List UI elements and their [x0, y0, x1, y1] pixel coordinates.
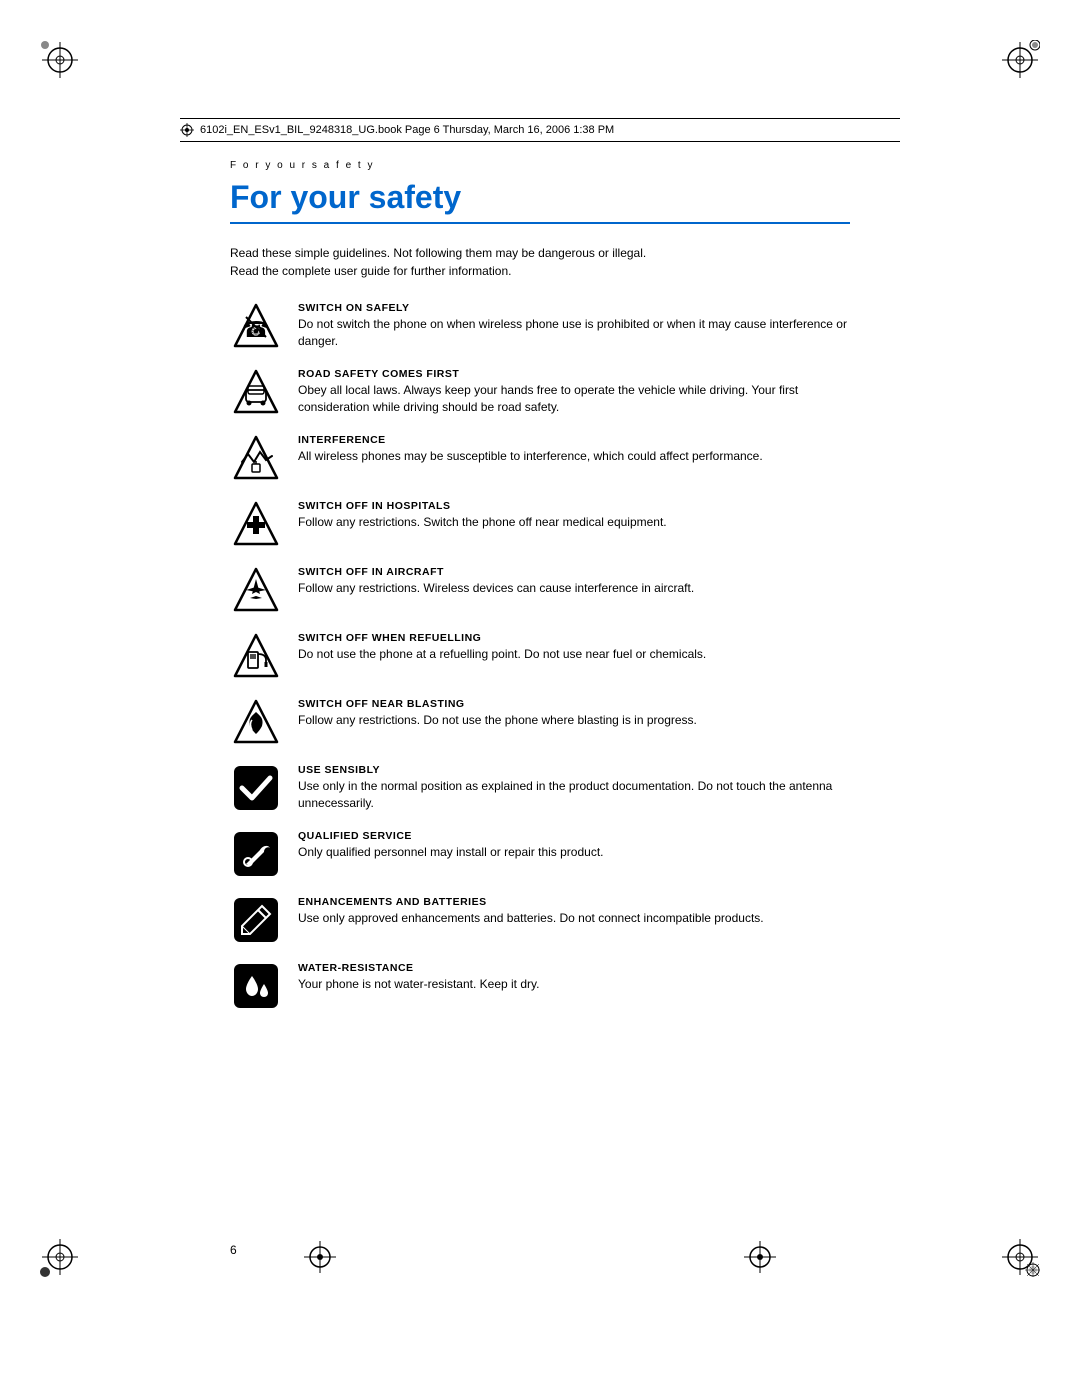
item-body: Obey all local laws. Always keep your ha… — [298, 382, 850, 416]
road-safety-icon — [230, 366, 282, 418]
safety-list: ☎ SWITCH ON SAFELY Do not switch the pho… — [230, 300, 850, 1012]
item-title: ENHANCEMENTS AND BATTERIES — [298, 896, 850, 908]
qualified-service-text: QUALIFIED SERVICE Only qualified personn… — [298, 828, 850, 861]
list-item: USE SENSIBLY Use only in the normal posi… — [230, 762, 850, 814]
water-resistance-icon — [230, 960, 282, 1012]
item-body: All wireless phones may be susceptible t… — [298, 448, 850, 465]
page-number: 6 — [230, 1243, 237, 1257]
list-item: ROAD SAFETY COMES FIRST Obey all local l… — [230, 366, 850, 418]
item-title: SWITCH ON SAFELY — [298, 302, 850, 314]
item-body: Only qualified personnel may install or … — [298, 844, 850, 861]
header-crosshair-left — [180, 123, 194, 137]
item-body: Follow any restrictions. Switch the phon… — [298, 514, 850, 531]
item-body: Follow any restrictions. Do not use the … — [298, 712, 850, 729]
header-bar: 6102i_EN_ESv1_BIL_9248318_UG.book Page 6… — [180, 118, 900, 142]
intro-text: Read these simple guidelines. Not follow… — [230, 244, 850, 280]
item-title: ROAD SAFETY COMES FIRST — [298, 368, 850, 380]
hospitals-icon — [230, 498, 282, 550]
road-safety-text: ROAD SAFETY COMES FIRST Obey all local l… — [298, 366, 850, 416]
svg-text:☎: ☎ — [242, 317, 269, 342]
interference-text: INTERFERENCE All wireless phones may be … — [298, 432, 850, 465]
interference-icon — [230, 432, 282, 484]
item-body: Do not switch the phone on when wireless… — [298, 316, 850, 350]
list-item: SWITCH OFF NEAR BLASTING Follow any rest… — [230, 696, 850, 748]
aircraft-text: SWITCH OFF IN AIRCRAFT Follow any restri… — [298, 564, 850, 597]
aircraft-icon — [230, 564, 282, 616]
use-sensibly-text: USE SENSIBLY Use only in the normal posi… — [298, 762, 850, 812]
list-item: ENHANCEMENTS AND BATTERIES Use only appr… — [230, 894, 850, 946]
item-title: USE SENSIBLY — [298, 764, 850, 776]
page-title: For your safety — [230, 179, 850, 224]
item-body: Do not use the phone at a refuelling poi… — [298, 646, 850, 663]
enhancements-text: ENHANCEMENTS AND BATTERIES Use only appr… — [298, 894, 850, 927]
item-title: WATER-RESISTANCE — [298, 962, 850, 974]
refuelling-text: SWITCH OFF WHEN REFUELLING Do not use th… — [298, 630, 850, 663]
item-title: SWITCH OFF NEAR BLASTING — [298, 698, 850, 710]
enhancements-icon — [230, 894, 282, 946]
switch-on-safely-icon: ☎ — [230, 300, 282, 352]
reg-mark-tl — [40, 40, 80, 80]
reg-mark-bml — [300, 1237, 340, 1277]
water-resistance-text: WATER-RESISTANCE Your phone is not water… — [298, 960, 850, 993]
item-title: QUALIFIED SERVICE — [298, 830, 850, 842]
hospitals-text: SWITCH OFF IN HOSPITALS Follow any restr… — [298, 498, 850, 531]
use-sensibly-icon — [230, 762, 282, 814]
header-text: 6102i_EN_ESv1_BIL_9248318_UG.book Page 6… — [200, 124, 614, 136]
reg-mark-bl — [40, 1237, 80, 1277]
blasting-icon — [230, 696, 282, 748]
item-title: INTERFERENCE — [298, 434, 850, 446]
item-body: Use only approved enhancements and batte… — [298, 910, 850, 927]
list-item: QUALIFIED SERVICE Only qualified personn… — [230, 828, 850, 880]
list-item: SWITCH OFF WHEN REFUELLING Do not use th… — [230, 630, 850, 682]
item-body: Follow any restrictions. Wireless device… — [298, 580, 850, 597]
item-title: SWITCH OFF WHEN REFUELLING — [298, 632, 850, 644]
list-item: SWITCH OFF IN HOSPITALS Follow any restr… — [230, 498, 850, 550]
item-title: SWITCH OFF IN HOSPITALS — [298, 500, 850, 512]
section-label: F o r y o u r s a f e t y — [230, 160, 850, 171]
blasting-text: SWITCH OFF NEAR BLASTING Follow any rest… — [298, 696, 850, 729]
reg-mark-tr — [1000, 40, 1040, 80]
switch-on-safely-text: SWITCH ON SAFELY Do not switch the phone… — [298, 300, 850, 350]
reg-mark-bmr — [740, 1237, 780, 1277]
list-item: ☎ SWITCH ON SAFELY Do not switch the pho… — [230, 300, 850, 352]
list-item: SWITCH OFF IN AIRCRAFT Follow any restri… — [230, 564, 850, 616]
list-item: WATER-RESISTANCE Your phone is not water… — [230, 960, 850, 1012]
item-body: Your phone is not water-resistant. Keep … — [298, 976, 850, 993]
item-title: SWITCH OFF IN AIRCRAFT — [298, 566, 850, 578]
item-body: Use only in the normal position as expla… — [298, 778, 850, 812]
page: 6102i_EN_ESv1_BIL_9248318_UG.book Page 6… — [0, 0, 1080, 1397]
refuelling-icon — [230, 630, 282, 682]
list-item: INTERFERENCE All wireless phones may be … — [230, 432, 850, 484]
main-content: F o r y o u r s a f e t y For your safet… — [230, 160, 850, 1026]
reg-mark-br — [1000, 1237, 1040, 1277]
qualified-service-icon — [230, 828, 282, 880]
